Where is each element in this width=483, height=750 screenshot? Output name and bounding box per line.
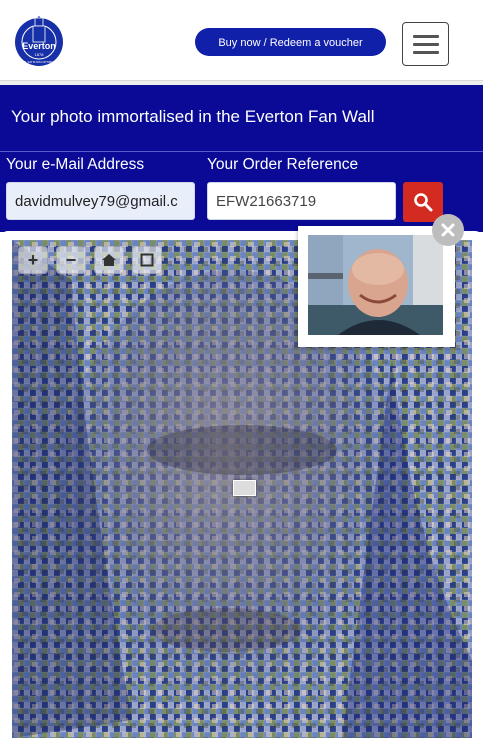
email-field[interactable]: davidmulvey79@gmail.c xyxy=(6,182,195,220)
hamburger-menu-button[interactable] xyxy=(402,22,449,66)
fan-photo-thumbnail xyxy=(308,235,443,335)
crest-name: Everton xyxy=(22,41,56,51)
plus-icon: + xyxy=(27,249,39,270)
crest-year: 1878 xyxy=(35,52,45,57)
order-reference-field[interactable]: EFW21663719 xyxy=(207,182,396,220)
site-header: Everton 1878 NIL SATIS NISI OPTIMUM Buy … xyxy=(0,0,483,81)
buy-redeem-voucher-button[interactable]: Buy now / Redeem a voucher xyxy=(195,28,386,56)
everton-crest-logo[interactable]: Everton 1878 NIL SATIS NISI OPTIMUM xyxy=(12,12,66,68)
close-preview-button[interactable] xyxy=(432,214,464,246)
email-label: Your e-Mail Address xyxy=(6,156,145,173)
zoom-in-button[interactable]: + xyxy=(18,246,48,274)
photo-location-marker[interactable] xyxy=(233,480,256,496)
fullscreen-button[interactable] xyxy=(132,246,162,274)
order-reference-label: Your Order Reference xyxy=(207,156,359,173)
search-icon xyxy=(414,193,433,212)
search-button[interactable] xyxy=(403,182,443,222)
close-icon xyxy=(441,223,455,237)
title-banner: Your photo immortalised in the Everton F… xyxy=(0,85,483,151)
mosaic-zoom-controls: + − xyxy=(18,246,162,274)
hamburger-icon xyxy=(412,34,439,38)
page-title: Your photo immortalised in the Everton F… xyxy=(11,107,375,126)
photo-preview-card xyxy=(298,226,455,347)
crest-motto: NIL SATIS NISI OPTIMUM xyxy=(22,60,56,64)
minus-icon: − xyxy=(65,249,77,270)
home-view-button[interactable] xyxy=(94,246,124,274)
lookup-form: Your e-Mail Address Your Order Reference… xyxy=(0,151,483,232)
fullscreen-icon xyxy=(140,253,154,267)
zoom-out-button[interactable]: − xyxy=(56,246,86,274)
home-icon xyxy=(102,254,116,266)
